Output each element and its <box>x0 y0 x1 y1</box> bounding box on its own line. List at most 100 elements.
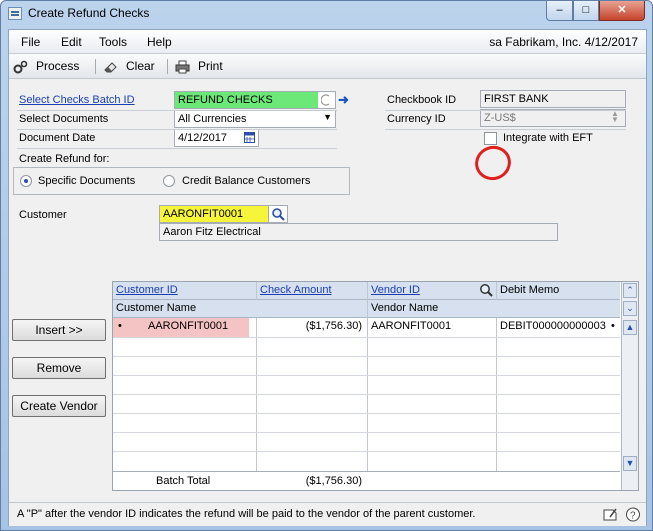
create-vendor-button[interactable]: Create Vendor <box>12 395 106 417</box>
insert-button[interactable]: Insert >> <box>12 319 106 341</box>
customer-label: Customer <box>19 209 67 221</box>
chevron-down-icon: ▼ <box>323 112 332 122</box>
col-customer-id[interactable]: Customer ID <box>113 282 257 300</box>
divider <box>17 148 337 149</box>
grid-divider <box>256 318 257 472</box>
grid-rule <box>113 413 620 414</box>
minimize-button[interactable]: – <box>546 1 573 21</box>
scroll-up-icon[interactable]: ▲ <box>623 320 637 335</box>
currency-id-field: Z-US$ <box>480 109 626 127</box>
col-debit-memo: Debit Memo <box>500 284 560 296</box>
process-label: Process <box>36 59 80 73</box>
window-icon <box>8 7 22 20</box>
specific-documents-label: Specific Documents <box>38 175 136 187</box>
annotation-circle <box>470 140 516 186</box>
clear-label: Clear <box>126 59 155 73</box>
document-date-label: Document Date <box>19 132 96 144</box>
batch-lookup-button[interactable] <box>318 91 336 109</box>
calendar-icon[interactable] <box>244 132 255 146</box>
printer-icon <box>175 60 190 74</box>
grid-rule <box>113 394 620 395</box>
refund-grid: Customer ID Check Amount Vendor ID Debit… <box>112 281 639 491</box>
clear-button[interactable]: Clear <box>103 58 155 75</box>
toolbar-separator <box>95 59 96 74</box>
expand-rows-icon[interactable]: ⌄ <box>623 301 637 316</box>
menu-edit[interactable]: Edit <box>61 35 82 49</box>
arrow-right-icon[interactable]: ➜ <box>338 92 349 108</box>
window-title: Create Refund Checks <box>28 6 150 20</box>
maximize-button[interactable]: □ <box>573 1 599 21</box>
grid-rule <box>113 432 620 433</box>
gear-icon <box>13 60 28 74</box>
row-marker: • <box>118 320 122 332</box>
user-company-date: sa Fabrikam, Inc. 4/12/2017 <box>489 35 638 49</box>
document-date-field[interactable]: 4/12/2017 <box>174 129 259 147</box>
menu-bar: File Edit Tools Help sa Fabrikam, Inc. 4… <box>9 30 646 54</box>
status-text: A "P" after the vendor ID indicates the … <box>17 508 476 520</box>
currency-stepper-icon: ▲ ▼ <box>611 109 619 124</box>
document-date-value: 4/12/2017 <box>178 132 227 144</box>
memo-marker: • <box>611 320 615 332</box>
menu-file[interactable]: File <box>21 35 40 49</box>
help-icon[interactable]: ? <box>625 507 641 525</box>
integrate-eft-label: Integrate with EFT <box>503 132 593 144</box>
status-bar: A "P" after the vendor ID indicates the … <box>9 502 646 526</box>
collapse-rows-icon[interactable]: ⌃ <box>623 283 637 298</box>
divider <box>17 110 337 111</box>
note-icon[interactable] <box>602 507 618 525</box>
grid-divider <box>367 282 368 472</box>
print-button[interactable]: Print <box>175 58 223 75</box>
toolbar: Process Clear Print <box>9 54 646 79</box>
print-label: Print <box>198 59 223 73</box>
col-customer-name: Customer Name <box>116 302 197 314</box>
select-documents-dropdown[interactable]: All Currencies ▼ <box>174 110 336 128</box>
svg-text:?: ? <box>630 511 636 522</box>
grid-rule <box>113 356 620 357</box>
title-bar: Create Refund Checks – □ ✕ <box>1 1 652 27</box>
batch-id-link[interactable]: Select Checks Batch ID <box>19 94 135 106</box>
create-refund-for-label: Create Refund for: <box>19 153 110 165</box>
vendor-lookup-icon[interactable] <box>478 283 494 301</box>
table-row[interactable]: • AARONFIT0001 ($1,756.30) AARONFIT0001 … <box>113 318 620 337</box>
process-button[interactable]: Process <box>13 58 79 75</box>
customer-id-field[interactable]: AARONFIT0001 <box>159 205 269 223</box>
checkbook-id-label: Checkbook ID <box>387 94 457 106</box>
cell-vendor-id[interactable]: AARONFIT0001 <box>368 318 493 336</box>
grid-divider <box>496 318 497 472</box>
eraser-icon <box>103 60 118 74</box>
window-client: File Edit Tools Help sa Fabrikam, Inc. 4… <box>8 29 647 526</box>
specific-documents-radio[interactable] <box>20 175 32 187</box>
credit-balance-label: Credit Balance Customers <box>182 175 311 187</box>
cell-debit-memo[interactable]: DEBIT000000000003 <box>497 318 609 336</box>
menu-help[interactable]: Help <box>147 35 172 49</box>
refund-type-group: Specific Documents Credit Balance Custom… <box>13 167 350 195</box>
divider <box>17 129 337 130</box>
scroll-down-icon[interactable]: ▼ <box>623 456 637 471</box>
integrate-eft-checkbox[interactable] <box>484 132 497 145</box>
checkbook-id-field: FIRST BANK <box>480 90 626 108</box>
toolbar-separator <box>167 59 168 74</box>
app-window: Create Refund Checks – □ ✕ File Edit Too… <box>0 0 653 531</box>
divider <box>385 110 626 111</box>
grid-rule <box>113 451 620 452</box>
magnifier-icon <box>272 208 285 221</box>
grid-divider <box>496 282 497 300</box>
cell-check-amount[interactable]: ($1,756.30) <box>257 318 365 336</box>
select-documents-label: Select Documents <box>19 113 109 125</box>
currency-id-label: Currency ID <box>387 113 446 125</box>
grid-rule <box>113 471 620 472</box>
remove-button[interactable]: Remove <box>12 357 106 379</box>
col-vendor-name: Vendor Name <box>371 302 439 314</box>
col-check-amount[interactable]: Check Amount <box>257 282 371 300</box>
divider <box>385 129 626 130</box>
credit-balance-radio[interactable] <box>163 175 175 187</box>
grid-scrollbar[interactable]: ⌃ ⌄ ▲ ▼ <box>621 282 638 490</box>
grid-rule <box>113 375 620 376</box>
col-vendor-id[interactable]: Vendor ID <box>368 282 478 300</box>
cell-customer-id[interactable]: AARONFIT0001 <box>145 318 250 336</box>
grid-divider <box>256 282 257 300</box>
menu-tools[interactable]: Tools <box>99 35 127 49</box>
close-button[interactable]: ✕ <box>599 1 645 21</box>
batch-id-field[interactable]: REFUND CHECKS <box>174 91 319 109</box>
customer-lookup-button[interactable] <box>268 205 288 223</box>
